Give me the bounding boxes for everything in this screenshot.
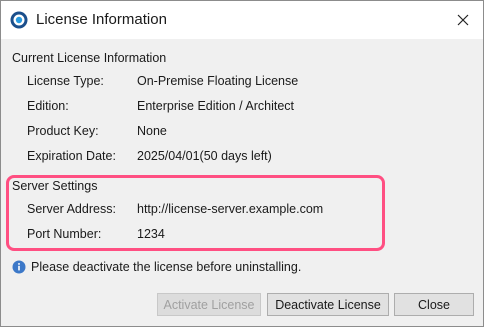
product-key-label: Product Key: bbox=[27, 124, 99, 138]
uninstall-notice: Please deactivate the license before uni… bbox=[12, 260, 301, 274]
close-window-button[interactable] bbox=[449, 7, 477, 33]
server-address-value: http://license-server.example.com bbox=[137, 202, 324, 216]
server-address-label: Server Address: bbox=[27, 202, 116, 216]
close-icon bbox=[457, 14, 469, 26]
close-button[interactable]: Close bbox=[394, 293, 474, 316]
product-key-value: None bbox=[137, 124, 167, 138]
title-bar: License Information bbox=[1, 1, 483, 39]
expiration-date-value: 2025/04/01(50 days left) bbox=[137, 149, 272, 163]
edition-value: Enterprise Edition / Architect bbox=[137, 99, 295, 113]
license-type-value: On-Premise Floating License bbox=[137, 74, 299, 88]
deactivate-license-button[interactable]: Deactivate License bbox=[267, 293, 389, 316]
port-number-value: 1234 bbox=[137, 227, 165, 241]
port-number-label: Port Number: bbox=[27, 227, 102, 241]
server-settings-heading: Server Settings bbox=[12, 179, 98, 193]
edition-label: Edition: bbox=[27, 99, 69, 113]
license-type-label: License Type: bbox=[27, 74, 104, 88]
expiration-date-label: Expiration Date: bbox=[27, 149, 116, 163]
window-title: License Information bbox=[36, 11, 167, 28]
dialog-content: Current License Information License Type… bbox=[1, 39, 483, 326]
activate-license-button[interactable]: Activate License bbox=[157, 293, 261, 316]
license-dialog: License Information Current License Info… bbox=[0, 0, 484, 327]
current-license-heading: Current License Information bbox=[12, 51, 167, 65]
notice-text: Please deactivate the license before uni… bbox=[31, 260, 302, 274]
app-logo-icon bbox=[10, 11, 28, 29]
info-icon bbox=[12, 260, 26, 274]
